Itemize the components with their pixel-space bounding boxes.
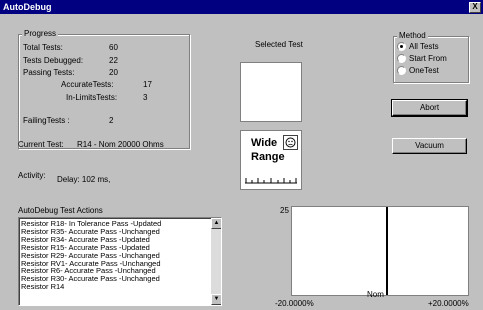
wide-range-title-2: Range	[251, 151, 285, 163]
radio-start-from[interactable]	[397, 54, 406, 63]
actions-scrollbar[interactable]: ▲ ▼	[211, 218, 221, 305]
in-limits-tests-value: 3	[143, 93, 148, 102]
accurate-tests-value: 17	[143, 80, 152, 89]
histogram-x-max: +20.0000%	[428, 299, 469, 308]
passing-tests-label: Passing Tests:	[23, 68, 75, 77]
activity-value: Delay: 102 ms,	[57, 175, 111, 184]
radio-start-from-label[interactable]: Start From	[409, 54, 447, 63]
histogram-x-min: -20.0000%	[275, 299, 314, 308]
wide-range-panel: Wide Range	[240, 130, 302, 190]
activity-label: Activity:	[18, 171, 46, 180]
radio-all-tests-label[interactable]: All Tests	[409, 42, 439, 51]
current-test-label: Current Test:	[18, 140, 64, 149]
tests-debugged-value: 22	[109, 56, 118, 65]
list-item[interactable]: Resistor R14	[21, 283, 161, 291]
histogram-chart	[291, 206, 469, 296]
histogram-nominal-marker	[386, 207, 388, 295]
selected-test-panel	[240, 62, 302, 122]
passing-tests-value: 20	[109, 68, 118, 77]
face-icon	[283, 135, 298, 150]
wide-range-title-1: Wide	[251, 137, 278, 149]
current-test-value: R14 - Nom 20000 Ohms	[77, 140, 164, 149]
scroll-down-arrow-icon[interactable]: ▼	[211, 294, 221, 305]
vacuum-button[interactable]: Vacuum	[392, 138, 467, 154]
actions-listbox[interactable]: Resistor R18- In Tolerance Pass -Updated…	[18, 217, 222, 306]
autodebug-window: AutoDebug X Progress Total Tests: 60 Tes…	[0, 0, 483, 310]
total-tests-value: 60	[109, 43, 118, 52]
title-bar[interactable]: AutoDebug X	[0, 0, 483, 14]
histogram-x-mid: Nom	[367, 290, 384, 299]
failing-tests-value: 2	[109, 116, 114, 125]
tests-debugged-label: Tests Debugged:	[23, 56, 84, 65]
radio-one-test-label[interactable]: OneTest	[409, 66, 439, 75]
accurate-tests-label: AccurateTests:	[61, 80, 114, 89]
histogram-y-max: 25	[280, 206, 289, 215]
actions-items: Resistor R18- In Tolerance Pass -Updated…	[21, 220, 161, 291]
total-tests-label: Total Tests:	[23, 43, 63, 52]
close-button[interactable]: X	[469, 2, 481, 13]
actions-label: AutoDebug Test Actions	[18, 206, 103, 215]
scroll-up-arrow-icon[interactable]: ▲	[211, 218, 221, 229]
wide-range-scale	[245, 178, 297, 184]
progress-group-label: Progress	[22, 29, 59, 38]
radio-all-tests[interactable]	[397, 42, 406, 51]
window-title: AutoDebug	[3, 2, 52, 12]
abort-button[interactable]: Abort	[391, 99, 468, 117]
in-limits-tests-label: In-LimitsTests:	[66, 93, 118, 102]
radio-one-test[interactable]	[397, 66, 406, 75]
failing-tests-label: FailingTests :	[23, 116, 70, 125]
selected-test-label: Selected Test	[255, 40, 303, 49]
method-group-label: Method	[397, 31, 428, 40]
